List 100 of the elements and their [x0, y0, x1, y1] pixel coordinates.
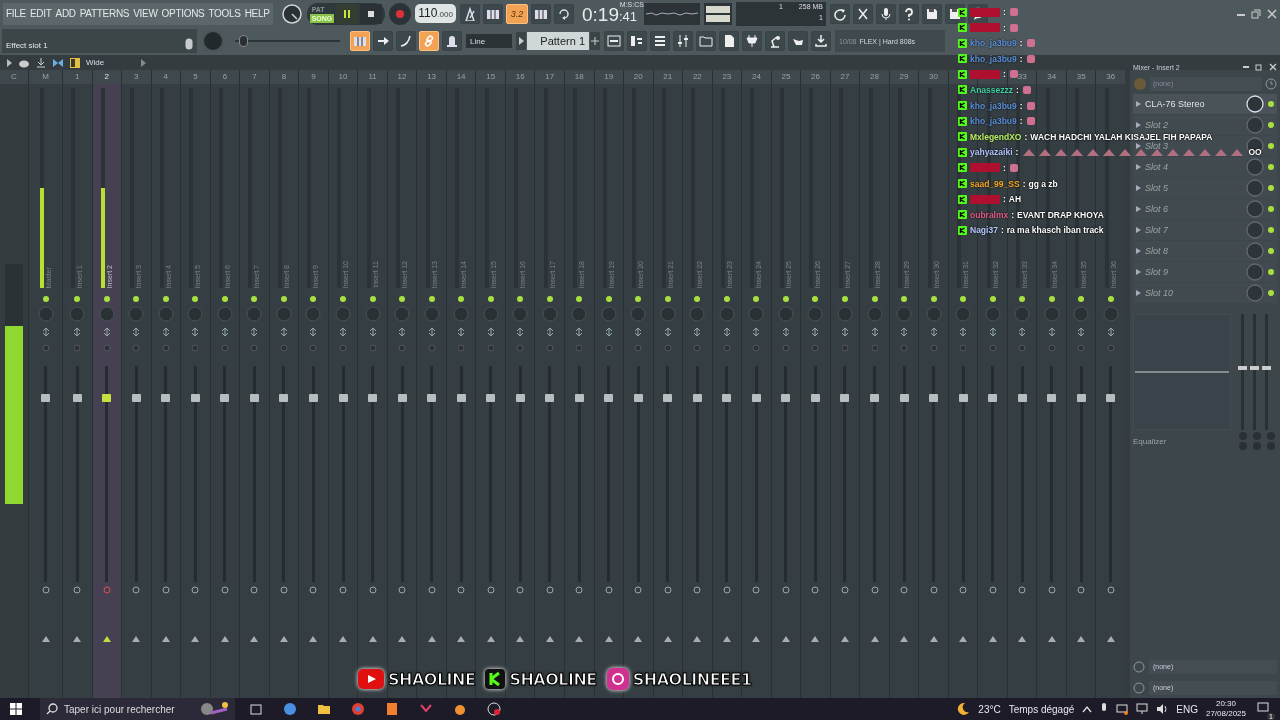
toolbar-button[interactable]: [442, 31, 462, 51]
pattern-selector[interactable]: Pattern 1: [527, 32, 589, 50]
countdown-toggle[interactable]: 3.2: [505, 3, 528, 24]
record-button[interactable]: [389, 2, 412, 25]
fader-handle[interactable]: [397, 394, 407, 403]
effect-slot[interactable]: Slot 2: [1133, 115, 1277, 135]
effect-slot[interactable]: Slot 7: [1133, 220, 1277, 240]
fader-handle[interactable]: [958, 394, 968, 403]
search-field[interactable]: Taper ici pour rechercher: [64, 703, 193, 715]
menu-item[interactable]: PATTERNS: [79, 8, 130, 19]
pan-knob-icon: [1014, 306, 1031, 322]
fader-handle[interactable]: [1076, 394, 1086, 403]
fader-handle[interactable]: [309, 394, 318, 403]
fader-handle[interactable]: [545, 394, 555, 403]
fader-handle[interactable]: [663, 394, 673, 403]
fader-handle[interactable]: [899, 394, 909, 403]
fader-handle[interactable]: [633, 394, 643, 403]
fader-handle[interactable]: [515, 394, 525, 403]
mix-knob-icon: [1246, 179, 1264, 197]
menu-item[interactable]: HELP: [244, 8, 270, 19]
route-icon: [102, 586, 111, 594]
toolbar-button[interactable]: [459, 3, 480, 24]
route-icon: [811, 586, 820, 594]
fader-handle[interactable]: [131, 394, 141, 403]
snap-dropdown[interactable]: Line: [466, 34, 512, 48]
fader-handle[interactable]: [840, 394, 850, 403]
effect-slot[interactable]: Slot 8: [1133, 241, 1277, 261]
effect-slot[interactable]: Slot 4: [1133, 157, 1277, 177]
fader-handle[interactable]: [161, 394, 171, 403]
fader-handle[interactable]: [456, 394, 466, 403]
search-box[interactable]: Taper ici pour rechercher: [40, 698, 235, 720]
strip-number: 2: [92, 70, 122, 84]
fader-handle[interactable]: [722, 394, 732, 403]
toolbar-button[interactable]: [788, 31, 808, 51]
fader-handle[interactable]: [427, 394, 437, 403]
fader-handle[interactable]: [870, 394, 879, 403]
send-arrow-icon: [722, 636, 731, 642]
fader-handle[interactable]: [751, 394, 761, 403]
fader-handle[interactable]: [604, 394, 614, 403]
fader-handle[interactable]: [41, 394, 50, 403]
menu-item[interactable]: VIEW: [133, 8, 158, 19]
language-indicator[interactable]: ENG: [1176, 703, 1198, 715]
channel-handle: SHAOLINEEE1: [632, 669, 752, 689]
toolbar-button[interactable]: [811, 31, 831, 51]
stop-button[interactable]: [360, 3, 383, 24]
toolbar-button[interactable]: [604, 31, 624, 51]
fader-handle[interactable]: [249, 394, 259, 403]
toolbar-button[interactable]: [650, 31, 670, 51]
toolbar-button[interactable]: [921, 3, 942, 24]
toolbar-button[interactable]: [482, 3, 503, 24]
toolbar-button[interactable]: [852, 3, 873, 24]
toolbar-button[interactable]: [742, 31, 762, 51]
effect-slot[interactable]: Slot 9: [1133, 262, 1277, 282]
toolbar-button[interactable]: [673, 31, 693, 51]
effect-slot[interactable]: Slot 6: [1133, 199, 1277, 219]
slider-thumb[interactable]: [239, 35, 249, 47]
tempo-display[interactable]: 110.000: [415, 4, 456, 23]
toolbar-button[interactable]: [396, 31, 416, 51]
play-button[interactable]: [336, 3, 359, 24]
fader-handle[interactable]: [988, 394, 998, 403]
effect-slot[interactable]: Slot 10: [1133, 283, 1277, 303]
fader-handle[interactable]: [338, 394, 348, 403]
fader-handle[interactable]: [486, 394, 496, 403]
fader-handle[interactable]: [810, 394, 820, 403]
menu-item[interactable]: TOOLS: [208, 8, 241, 19]
add-pattern-button[interactable]: [590, 32, 600, 50]
toolbar-button[interactable]: [829, 3, 850, 24]
channel-rack-icon: [653, 34, 667, 48]
toolbar-button[interactable]: [765, 31, 785, 51]
fader-handle[interactable]: [1017, 394, 1027, 403]
menu-item[interactable]: EDIT: [29, 8, 52, 19]
fader-handle[interactable]: [72, 394, 82, 403]
fader-handle[interactable]: [574, 394, 584, 403]
menu-item[interactable]: OPTIONS: [161, 8, 205, 19]
fader-handle[interactable]: [279, 394, 289, 403]
fader-handle[interactable]: [781, 394, 791, 403]
fader-handle[interactable]: [102, 394, 112, 403]
fader-handle[interactable]: [368, 394, 378, 403]
clock-date[interactable]: 27/08/2025: [1205, 709, 1246, 719]
fader-handle[interactable]: [929, 394, 939, 403]
toolbar-button[interactable]: [898, 3, 919, 24]
toolbar-button[interactable]: [627, 31, 647, 51]
toolbar-button[interactable]: [875, 3, 896, 24]
effect-slot[interactable]: CLA-76 Stereo: [1133, 94, 1277, 114]
toolbar-button[interactable]: [530, 3, 551, 24]
clock-time[interactable]: 20:30: [1215, 699, 1236, 709]
menu-item[interactable]: FILE: [6, 8, 26, 19]
send-arrow-icon: [250, 636, 259, 642]
menu-item[interactable]: ADD: [55, 8, 76, 19]
toolbar-button[interactable]: [719, 31, 739, 51]
pan-knob-icon: [69, 306, 86, 322]
fader-handle[interactable]: [220, 394, 230, 403]
fader-handle[interactable]: [1106, 394, 1116, 403]
fader-handle[interactable]: [190, 394, 200, 403]
pattern-menu-button[interactable]: [516, 32, 526, 50]
toolbar-button[interactable]: [553, 3, 574, 24]
fader-handle[interactable]: [1047, 394, 1057, 403]
fader-handle[interactable]: [692, 394, 702, 403]
effect-slot[interactable]: Slot 5: [1133, 178, 1277, 198]
toolbar-button[interactable]: [373, 31, 393, 51]
